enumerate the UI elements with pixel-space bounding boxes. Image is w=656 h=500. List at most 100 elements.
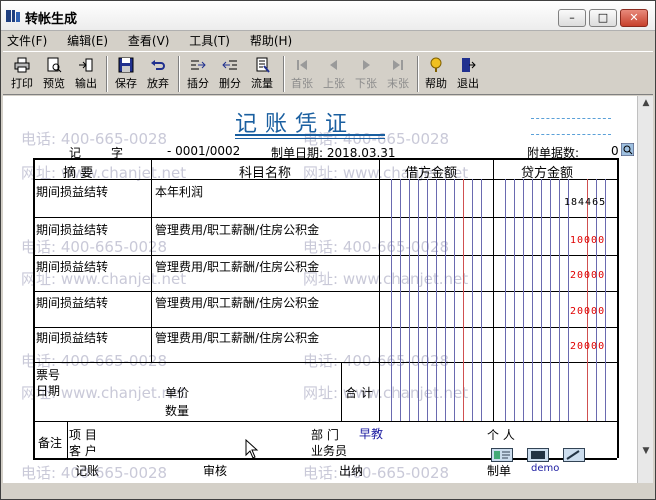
preview-label: 预览 [43,77,65,90]
help-icon [430,57,442,72]
row-4-account[interactable]: 管理费用/职工薪酬/住房公积金 [155,294,319,311]
abandon-label: 放弃 [147,77,169,90]
preview-button[interactable]: 预览 [39,55,69,93]
row-5-credit[interactable]: 20000 [570,341,605,352]
window-title: 转帐生成 [25,12,78,27]
save-label: 保存 [115,77,137,90]
voucher-panel: 电话: 400-665-0028 电话: 400-665-0028 网址: ww… [3,96,637,483]
row-4-credit[interactable]: 20000 [570,306,605,317]
delete-row-icon [222,60,237,70]
toolbar: 打印 预览 输出 保存 放弃 插分 删分 流量 首张 上张 下张 末张 帮助 退… [3,51,653,95]
row-5-summary[interactable]: 期间损益结转 [36,329,108,346]
preview-icon [47,57,62,73]
department-label: 部 门 [311,428,339,442]
bill-date-label: 日期 [36,384,61,398]
customer-label: 客 户 [69,444,97,458]
first-button[interactable]: 首张 [287,55,317,93]
row-1-summary[interactable]: 期间损益结转 [36,183,108,200]
prev-label: 上张 [323,77,345,90]
department-value[interactable]: 早教 [359,425,383,442]
attachment-count[interactable]: 0 [611,144,619,158]
insert-row-button[interactable]: 插分 [183,55,213,93]
vertical-scrollbar[interactable]: ▲ ▼ [637,96,653,483]
header-summary: 摘 要 [63,166,94,181]
mouse-cursor-icon [245,439,259,459]
watermark-phone: 电话: 400-665-0028 [21,238,168,256]
export-label: 输出 [75,77,97,90]
save-icon [118,57,134,73]
scroll-up-icon[interactable]: ▲ [640,98,652,110]
total-label: 合 计 [345,386,373,400]
voucher-number: - 0001/0002 [167,144,241,158]
first-label: 首张 [291,77,313,90]
next-icon [363,60,370,70]
clerk-label: 业务员 [311,444,348,458]
next-label: 下张 [355,77,377,90]
row-3-account[interactable]: 管理费用/职工薪酬/住房公积金 [155,258,319,275]
header-credit: 贷方金额 [521,166,574,181]
watermark-site: 网址: www.chanjet.net [303,270,469,288]
menu-view[interactable]: 查看(V) [128,31,170,51]
row-3-credit[interactable]: 20000 [570,270,605,281]
row-5-account[interactable]: 管理费用/职工薪酬/住房公积金 [155,329,319,346]
bookkeeper-label: 记账 [75,464,100,478]
insert-row-label: 插分 [187,77,209,90]
cashflow-button[interactable]: 流量 [247,55,277,93]
voucher-window: 转帐生成 – □ ✕ 文件(F) 编辑(E) 查看(V) 工具(T) 帮助(H)… [0,0,656,500]
maximize-button[interactable]: □ [589,9,617,27]
undo-icon [151,60,165,70]
abandon-button[interactable]: 放弃 [143,55,173,93]
preparer-value: demo [531,463,560,474]
unit-price-label: 单价 [165,386,190,400]
scroll-down-icon[interactable]: ▼ [640,446,652,458]
project-label: 项 目 [69,428,97,442]
last-button[interactable]: 末张 [383,55,413,93]
print-card-icon[interactable] [527,448,549,462]
card-icon[interactable] [491,448,513,462]
export-icon [79,58,93,72]
exit-label: 退出 [457,77,479,90]
insert-row-icon [191,60,206,70]
close-button[interactable]: ✕ [620,9,648,27]
menu-bar: 文件(F) 编辑(E) 查看(V) 工具(T) 帮助(H) [1,31,655,51]
menu-file[interactable]: 文件(F) [7,31,47,51]
bill-number-label: 票号 [36,368,61,382]
save-button[interactable]: 保存 [111,55,141,93]
row-2-account[interactable]: 管理费用/职工薪酬/住房公积金 [155,221,319,238]
row-2-summary[interactable]: 期间损益结转 [36,221,108,238]
row-3-summary[interactable]: 期间损益结转 [36,258,108,275]
row-1-account[interactable]: 本年利润 [155,183,203,200]
last-icon [393,60,403,70]
row-1-credit[interactable]: 184465 [564,197,606,208]
help-button[interactable]: 帮助 [421,55,451,93]
watermark-phone: 电话: 400-665-0028 [303,464,450,482]
preparer-label: 制单 [487,464,512,478]
person-label: 个 人 [487,428,515,442]
printer-icon [14,57,30,73]
menu-tools[interactable]: 工具(T) [189,31,230,51]
header-debit: 借方金额 [405,166,458,181]
watermark-phone: 电话: 400-665-0028 [21,130,168,148]
exit-button[interactable]: 退出 [453,55,483,93]
watermark-site: 网址: www.chanjet.net [303,384,469,402]
edit-card-icon[interactable] [563,448,585,462]
first-icon [297,60,307,70]
row-2-credit[interactable]: 10000 [570,235,605,246]
export-button[interactable]: 输出 [71,55,101,93]
row-4-summary[interactable]: 期间损益结转 [36,294,108,311]
menu-help[interactable]: 帮助(H) [250,31,292,51]
menu-edit[interactable]: 编辑(E) [67,31,108,51]
print-label: 打印 [11,77,33,90]
delete-row-button[interactable]: 删分 [215,55,245,93]
next-button[interactable]: 下张 [351,55,381,93]
minimize-button[interactable]: – [558,9,586,27]
help-label: 帮助 [425,77,447,90]
last-label: 末张 [387,77,409,90]
cashflow-label: 流量 [251,77,273,90]
cashier-label: 出纳 [339,464,364,478]
print-button[interactable]: 打印 [7,55,37,93]
prev-button[interactable]: 上张 [319,55,349,93]
attachment-search-icon[interactable] [621,143,634,156]
title-bar: 转帐生成 – □ ✕ [1,1,655,31]
app-icon [6,10,20,22]
